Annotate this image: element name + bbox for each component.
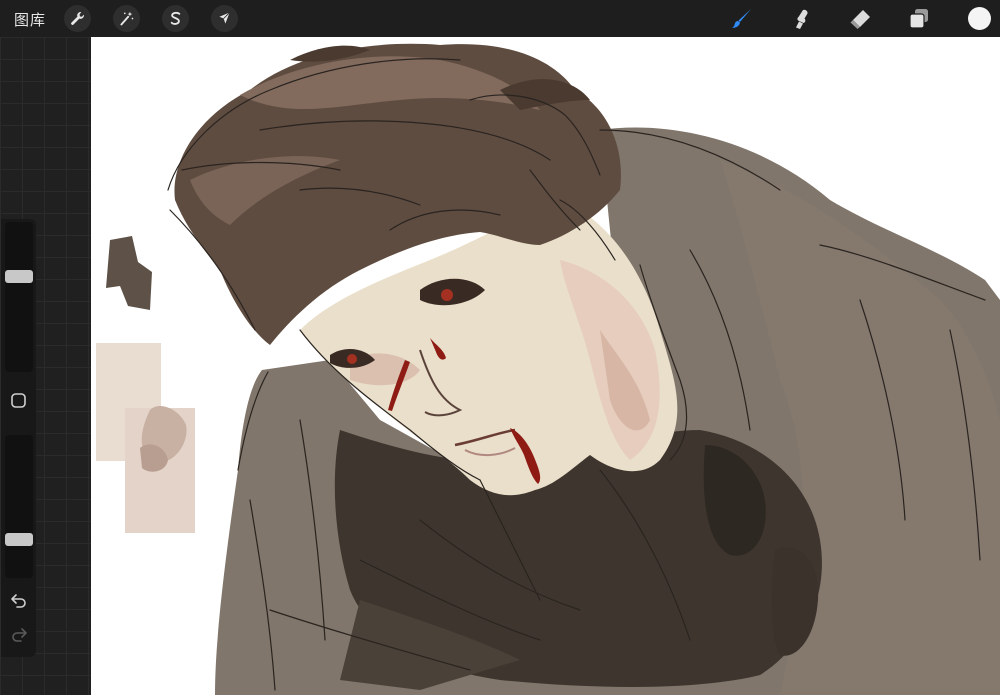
left-sidebar: [1, 219, 36, 657]
artwork-painting: [96, 43, 1000, 695]
eraser-icon: [850, 10, 870, 29]
drawing-canvas[interactable]: [91, 37, 1000, 695]
modify-button[interactable]: [10, 392, 27, 409]
wrench-icon: [71, 12, 84, 25]
adjustments-button[interactable]: [113, 5, 140, 32]
brush-icon: [732, 9, 751, 28]
undo-button[interactable]: [9, 590, 29, 610]
color-picker-button[interactable]: [968, 7, 991, 30]
arrow-cursor-icon: [219, 12, 230, 24]
selection-button[interactable]: [162, 5, 189, 32]
redo-button[interactable]: [9, 624, 29, 644]
procreate-app: 图库: [0, 0, 1000, 695]
opacity-slider[interactable]: [5, 435, 33, 578]
actions-button[interactable]: [64, 5, 91, 32]
smudge-tool-button[interactable]: [787, 5, 815, 33]
transform-button[interactable]: [211, 5, 238, 32]
top-toolbar: 图库: [0, 0, 1000, 37]
brush-tool-button[interactable]: [728, 5, 756, 33]
opacity-handle[interactable]: [5, 533, 33, 546]
brush-size-handle[interactable]: [5, 270, 33, 283]
gallery-button[interactable]: 图库: [14, 9, 46, 30]
layers-button[interactable]: [905, 5, 933, 33]
square-icon: [11, 393, 26, 408]
smudge-icon: [796, 9, 808, 29]
eraser-tool-button[interactable]: [846, 5, 874, 33]
magic-wand-icon: [120, 11, 134, 26]
selection-s-icon: [170, 11, 181, 25]
brush-size-slider[interactable]: [5, 222, 33, 372]
layers-icon: [909, 9, 928, 29]
